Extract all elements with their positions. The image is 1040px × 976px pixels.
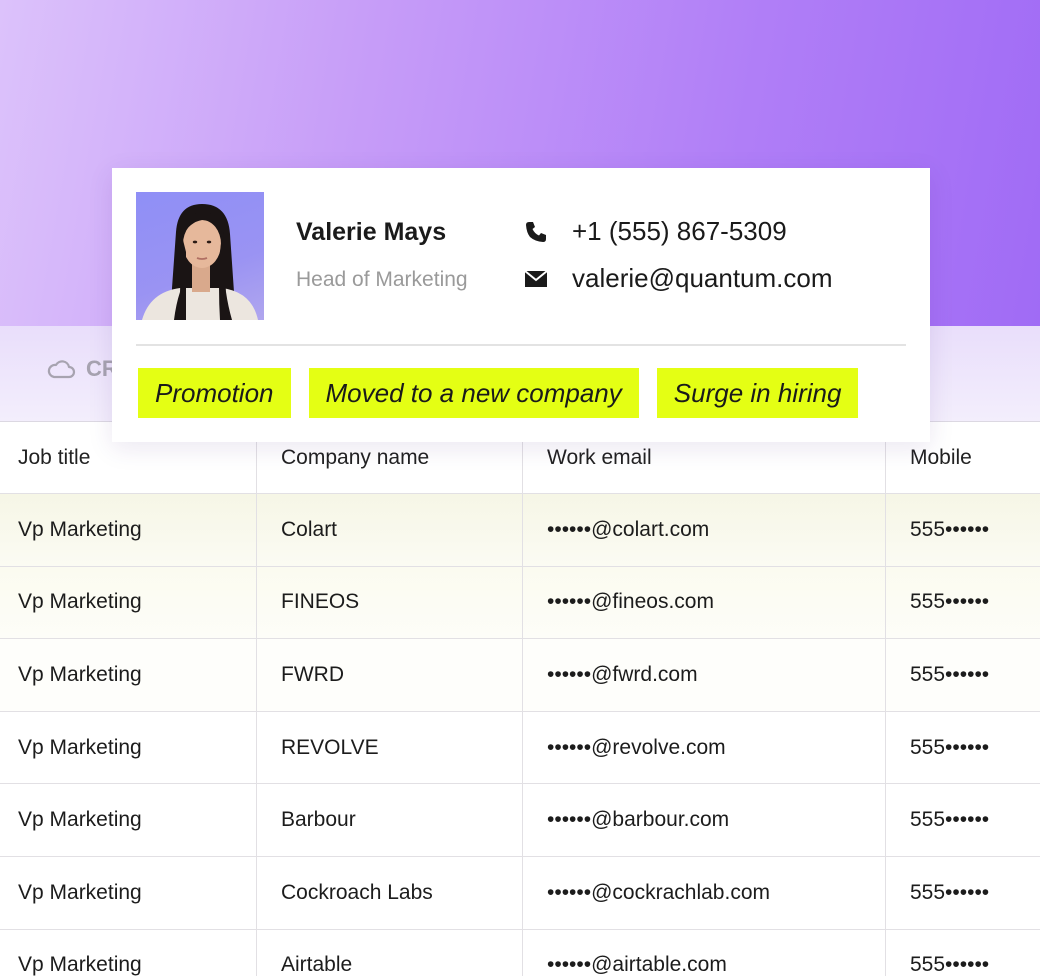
mobile-cell: 555••••••	[910, 662, 990, 686]
email-row[interactable]: valerie@quantum.com	[524, 263, 833, 294]
contact-card: Valerie Mays Head of Marketing +1 (555) …	[112, 168, 930, 442]
mobile-cell: 555••••••	[910, 953, 990, 976]
job-title-cell: Vp Marketing	[0, 494, 257, 566]
avatar	[136, 192, 264, 320]
contact-email: valerie@quantum.com	[572, 263, 833, 293]
company-cell: Cockroach Labs	[257, 856, 523, 929]
company-cell: FINEOS	[257, 566, 523, 639]
company-cell: Barbour	[257, 784, 523, 856]
table-row[interactable]: Vp Marketing REVOLVE ••••••@revolve.com …	[0, 711, 1040, 785]
card-divider	[136, 344, 906, 346]
email-cell: ••••••@fwrd.com	[523, 639, 886, 711]
tag-moved-company[interactable]: Moved to a new company	[308, 368, 639, 418]
table-row[interactable]: Vp Marketing Airtable ••••••@airtable.co…	[0, 929, 1040, 976]
job-title-cell: Vp Marketing	[0, 856, 257, 929]
phone-row[interactable]: +1 (555) 867-5309	[524, 216, 787, 247]
company-cell: REVOLVE	[257, 711, 523, 784]
tag-surge-hiring[interactable]: Surge in hiring	[656, 368, 859, 418]
table-row[interactable]: Vp Marketing FWRD ••••••@fwrd.com 555•••…	[0, 639, 1040, 712]
contact-name: Valerie Mays	[296, 218, 447, 246]
phone-icon	[526, 221, 546, 242]
crm-tab[interactable]: CR	[46, 356, 118, 382]
job-title-cell: Vp Marketing	[0, 784, 257, 856]
email-cell: ••••••@fineos.com	[523, 566, 886, 639]
contacts-table: Job title Company name Work email Mobile…	[0, 422, 1040, 976]
mobile-cell: 555••••••	[910, 880, 990, 904]
job-title-cell: Vp Marketing	[0, 566, 257, 639]
table-row[interactable]: Vp Marketing Colart ••••••@colart.com 55…	[0, 494, 1040, 567]
email-cell: ••••••@barbour.com	[523, 784, 886, 856]
job-title-cell: Vp Marketing	[0, 929, 257, 976]
cloud-icon	[47, 360, 76, 379]
table-row[interactable]: Vp Marketing FINEOS ••••••@fineos.com 55…	[0, 566, 1040, 640]
email-cell: ••••••@colart.com	[523, 494, 886, 566]
mobile-cell: 555••••••	[910, 808, 990, 832]
contact-role: Head of Marketing	[296, 268, 468, 291]
job-title-cell: Vp Marketing	[0, 711, 257, 784]
mobile-cell: 555••••••	[910, 590, 990, 614]
company-cell: Colart	[257, 494, 523, 566]
email-cell: ••••••@airtable.com	[523, 929, 886, 976]
email-cell: ••••••@cockrachlab.com	[523, 856, 886, 929]
table-row[interactable]: Vp Marketing Cockroach Labs ••••••@cockr…	[0, 856, 1040, 930]
mail-icon	[524, 269, 548, 287]
company-cell: FWRD	[257, 639, 523, 711]
mobile-cell: 555••••••	[910, 517, 990, 541]
table-row[interactable]: Vp Marketing Barbour ••••••@barbour.com …	[0, 784, 1040, 857]
job-title-cell: Vp Marketing	[0, 639, 257, 711]
tag-promotion[interactable]: Promotion	[138, 368, 291, 418]
mobile-cell: 555••••••	[910, 735, 990, 759]
company-cell: Airtable	[257, 929, 523, 976]
person-photo	[142, 204, 258, 320]
contact-phone: +1 (555) 867-5309	[572, 216, 787, 246]
email-cell: ••••••@revolve.com	[523, 711, 886, 784]
signal-tags: Promotion Moved to a new company Surge i…	[138, 368, 859, 418]
